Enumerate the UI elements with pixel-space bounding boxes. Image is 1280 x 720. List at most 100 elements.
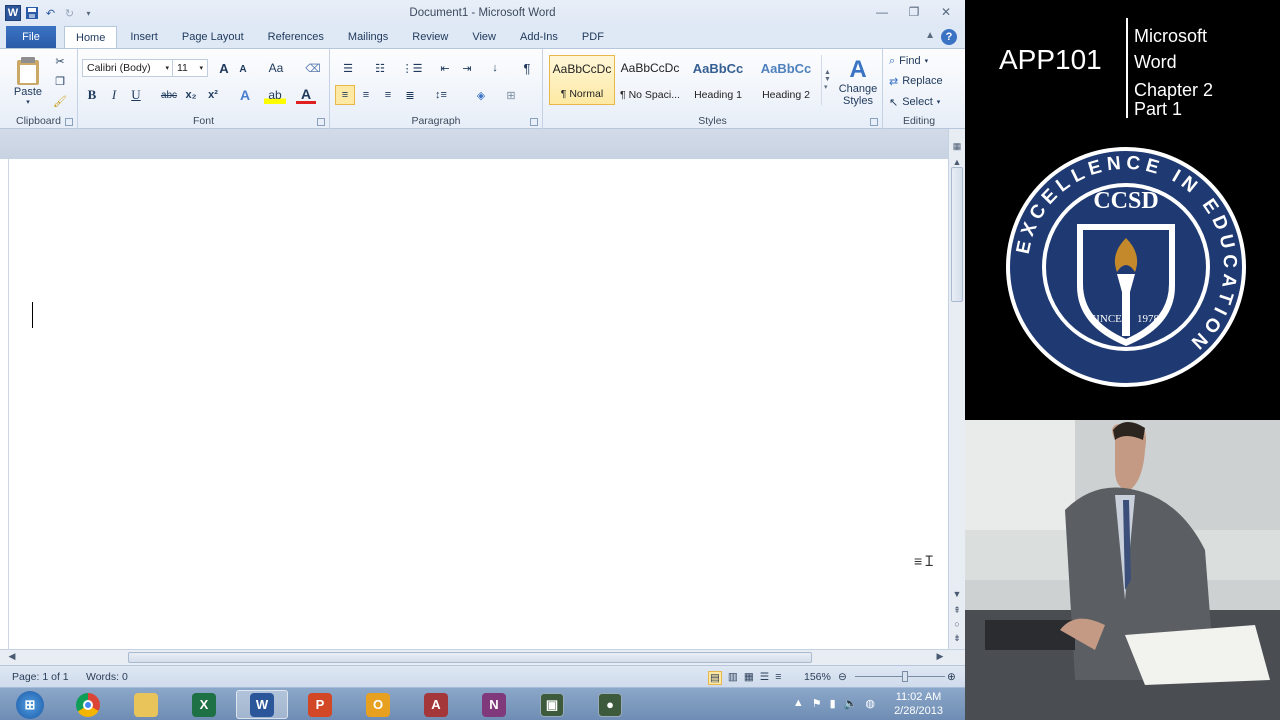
align-center-icon[interactable]: ≡ xyxy=(357,86,375,104)
cut-icon[interactable]: ✂ xyxy=(52,53,68,69)
battery-icon[interactable]: ▮ xyxy=(830,697,836,710)
taskbar-camtasia[interactable]: ▣ xyxy=(526,690,578,719)
superscript-button[interactable]: x² xyxy=(204,86,222,104)
tab-file[interactable]: File xyxy=(6,26,56,48)
taskbar-explorer[interactable] xyxy=(120,690,172,719)
scroll-right-icon[interactable]: ▶ xyxy=(932,651,948,662)
select-browse-object-icon[interactable]: ○ xyxy=(949,619,965,629)
bullets-icon[interactable]: ☰ xyxy=(336,59,360,77)
horizontal-scroll-thumb[interactable] xyxy=(128,652,812,663)
bold-button[interactable]: B xyxy=(84,86,100,104)
styles-launcher-icon[interactable] xyxy=(870,118,878,126)
replace-button[interactable]: ⇄ Replace xyxy=(889,73,943,89)
scroll-left-icon[interactable]: ◀ xyxy=(4,651,20,662)
action-center-icon[interactable]: ⚑ xyxy=(812,697,822,710)
outline-icon[interactable]: ☰ xyxy=(760,671,769,685)
styles-scroll-icon[interactable]: ▲ ▼ ▾ xyxy=(821,55,833,105)
clipboard-launcher-icon[interactable] xyxy=(65,118,73,126)
taskbar-excel[interactable]: X xyxy=(178,690,230,719)
tab-pdf[interactable]: PDF xyxy=(571,26,615,48)
multilevel-list-icon[interactable]: ⋮☰ xyxy=(400,59,424,77)
subscript-button[interactable]: x₂ xyxy=(182,86,200,104)
start-button[interactable]: ⊞ xyxy=(4,690,56,719)
style-heading-2[interactable]: AaBbCc Heading 2 xyxy=(753,55,819,105)
borders-icon[interactable]: ⊞ xyxy=(500,86,522,104)
scroll-up-icon[interactable]: ▲ xyxy=(949,157,965,167)
shrink-font-button[interactable]: A xyxy=(236,61,250,77)
word-app-icon[interactable]: W xyxy=(5,5,21,21)
taskbar-camtasia-recorder[interactable]: ● xyxy=(584,690,636,719)
minimize-ribbon-icon[interactable]: ▲ xyxy=(925,30,935,41)
line-spacing-icon[interactable]: ↕≡ xyxy=(430,86,452,104)
page-count[interactable]: Page: 1 of 1 xyxy=(12,671,69,683)
tab-add-ins[interactable]: Add-Ins xyxy=(509,26,569,48)
change-case-button[interactable]: Aa xyxy=(264,59,288,77)
change-styles-button[interactable]: A Change Styles xyxy=(837,53,879,111)
close-button[interactable]: ✕ xyxy=(931,3,961,21)
vertical-scrollbar[interactable]: ▦ ▲ ▼ ⇞ ○ ⇟ xyxy=(948,129,965,649)
taskbar-word[interactable]: W xyxy=(236,690,288,719)
document-page[interactable]: ≡Ｉ xyxy=(8,159,948,649)
text-effects-icon[interactable]: A xyxy=(234,86,256,104)
italic-button[interactable]: I xyxy=(106,86,122,104)
tab-mailings[interactable]: Mailings xyxy=(337,26,399,48)
font-launcher-icon[interactable] xyxy=(317,118,325,126)
style-normal[interactable]: AaBbCcDc ¶ Normal xyxy=(549,55,615,105)
zoom-in-icon[interactable]: ⊕ xyxy=(947,671,956,683)
taskbar-access[interactable]: A xyxy=(410,690,462,719)
minimize-button[interactable]: — xyxy=(867,3,897,21)
network-icon[interactable]: ◍ xyxy=(865,697,875,710)
numbering-icon[interactable]: ☷ xyxy=(368,59,392,77)
taskbar-outlook[interactable]: O xyxy=(352,690,404,719)
grow-font-button[interactable]: A xyxy=(216,59,232,77)
taskbar-powerpoint[interactable]: P xyxy=(294,690,346,719)
tab-page-layout[interactable]: Page Layout xyxy=(171,26,255,48)
previous-page-icon[interactable]: ⇞ xyxy=(949,605,965,616)
horizontal-scrollbar[interactable]: ◀ ▶ xyxy=(0,649,965,665)
draft-icon[interactable]: ≡ xyxy=(775,671,781,685)
web-layout-icon[interactable]: ▦ xyxy=(744,671,754,685)
redo-icon[interactable]: ↻ xyxy=(61,5,78,22)
word-count[interactable]: Words: 0 xyxy=(86,671,128,683)
highlight-color-icon[interactable]: ab xyxy=(264,86,286,104)
next-page-icon[interactable]: ⇟ xyxy=(949,633,965,644)
restore-button[interactable]: ❐ xyxy=(899,3,929,21)
style-no-spacing[interactable]: AaBbCcDc ¶ No Spaci... xyxy=(617,55,683,105)
select-button[interactable]: ↖ Select ▾ xyxy=(889,94,940,110)
taskbar-clock[interactable]: 11:02 AM 2/28/2013 xyxy=(894,690,943,718)
style-heading-1[interactable]: AaBbCc Heading 1 xyxy=(685,55,751,105)
help-icon[interactable]: ? xyxy=(941,29,957,45)
zoom-level[interactable]: 156% xyxy=(804,671,831,683)
paragraph-launcher-icon[interactable] xyxy=(530,118,538,126)
tab-insert[interactable]: Insert xyxy=(119,26,169,48)
align-left-icon[interactable]: ≡ xyxy=(335,85,355,105)
vertical-scroll-thumb[interactable] xyxy=(951,167,963,302)
decrease-indent-icon[interactable]: ⇤ xyxy=(436,59,454,77)
zoom-slider[interactable] xyxy=(855,676,945,677)
shading-icon[interactable]: ◈ xyxy=(470,86,492,104)
tab-home[interactable]: Home xyxy=(64,26,118,48)
taskbar-onenote[interactable]: N xyxy=(468,690,520,719)
clear-formatting-icon[interactable]: ⌫ xyxy=(304,59,322,77)
increase-indent-icon[interactable]: ⇥ xyxy=(458,59,476,77)
ruler-toggle-icon[interactable]: ▦ xyxy=(949,141,965,152)
volume-icon[interactable]: 🔈 xyxy=(844,697,858,710)
font-size-select[interactable]: 11 ▾ xyxy=(172,59,208,77)
font-color-icon[interactable]: A xyxy=(296,86,316,104)
justify-icon[interactable]: ≣ xyxy=(401,86,419,104)
undo-icon[interactable]: ↶ xyxy=(42,5,59,22)
zoom-slider-thumb[interactable] xyxy=(902,671,908,682)
font-family-select[interactable]: Calibri (Body) ▾ xyxy=(82,59,174,77)
customize-qat-icon[interactable]: ▾ xyxy=(80,5,97,22)
full-screen-reading-icon[interactable]: ▥ xyxy=(728,671,738,685)
show-hidden-icons-icon[interactable]: ▲ xyxy=(793,697,804,710)
scroll-down-icon[interactable]: ▼ xyxy=(949,589,965,599)
strikethrough-button[interactable]: abc xyxy=(158,86,180,104)
align-right-icon[interactable]: ≡ xyxy=(379,86,397,104)
tab-review[interactable]: Review xyxy=(401,26,459,48)
print-layout-icon[interactable]: ▤ xyxy=(708,671,722,685)
sort-icon[interactable]: ↓ xyxy=(486,59,504,77)
tab-references[interactable]: References xyxy=(257,26,335,48)
copy-icon[interactable]: ❐ xyxy=(52,73,68,89)
taskbar-chrome[interactable] xyxy=(62,690,114,719)
